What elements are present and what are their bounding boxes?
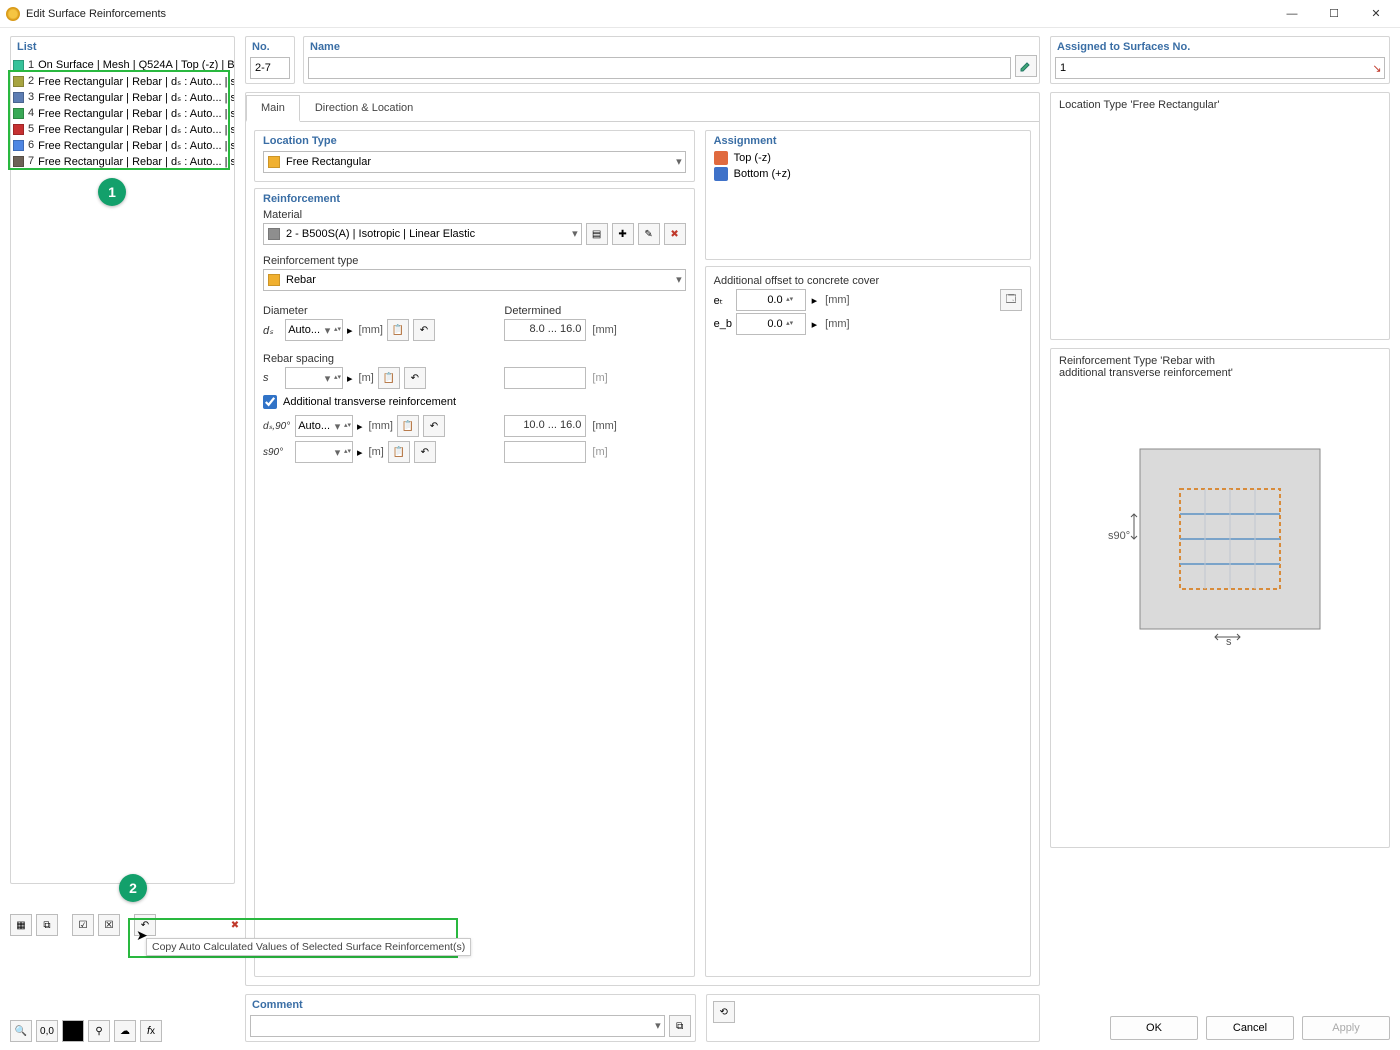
- list-item[interactable]: 6Free Rectangular | Rebar | dₛ : Auto...…: [11, 137, 234, 153]
- reinforcement-type-combo[interactable]: Rebar▾: [263, 269, 686, 291]
- material-combo[interactable]: 2 - B500S(A) | Isotropic | Linear Elasti…: [263, 223, 582, 245]
- svg-text:s90°: s90°: [1108, 530, 1130, 542]
- ds90-input[interactable]: ▾▴▾: [295, 415, 353, 437]
- list-toolbar: ▦ ⧉ ☑ ☒ ↶ ✖: [10, 914, 246, 936]
- ds-undo-icon[interactable]: ↶: [413, 319, 435, 341]
- s90-input[interactable]: ▾▴▾: [295, 441, 353, 463]
- window-title: Edit Surface Reinforcements: [26, 8, 1274, 20]
- cloud-icon[interactable]: ☁: [114, 1020, 136, 1042]
- annotation-badge-2: 2: [119, 874, 147, 902]
- name-panel: Name: [303, 36, 1040, 84]
- reinforcement-group: Reinforcement Material 2 - B500S(A) | Is…: [254, 188, 695, 977]
- ok-button[interactable]: OK: [1110, 1016, 1198, 1040]
- no-label: No.: [246, 37, 294, 57]
- copy-item-icon[interactable]: ⧉: [36, 914, 58, 936]
- dialog-toolbar: 🔍 0,0 ⚲ ☁ fx: [10, 1020, 162, 1042]
- maximize-button[interactable]: ☐: [1316, 3, 1352, 25]
- list-title: List: [11, 37, 234, 57]
- location-type-preview: Location Type 'Free Rectangular': [1050, 92, 1390, 340]
- dialog-buttons: OK Cancel Apply: [1110, 1016, 1390, 1040]
- eb-input[interactable]: ▴▾: [736, 313, 806, 335]
- reinforcement-diagram-icon: s90° s: [1090, 389, 1350, 649]
- title-bar: Edit Surface Reinforcements — ☐ ✕: [0, 0, 1400, 28]
- ds90-pick-icon[interactable]: 📋: [397, 415, 419, 437]
- transverse-checkbox[interactable]: [263, 395, 277, 409]
- tooltip: Copy Auto Calculated Values of Selected …: [146, 938, 471, 956]
- app-icon: [6, 7, 20, 21]
- tab-main[interactable]: Main: [246, 95, 300, 122]
- ds-input[interactable]: ▾▴▾: [285, 319, 343, 341]
- material-delete-icon[interactable]: ✖: [664, 223, 686, 245]
- comment-panel: Comment ▾ ⧉: [245, 994, 696, 1042]
- svg-text:s: s: [1226, 636, 1232, 648]
- list-item[interactable]: 1On Surface | Mesh | Q524A | Top (-z) | …: [11, 57, 234, 73]
- list-body[interactable]: 1On Surface | Mesh | Q524A | Top (-z) | …: [11, 57, 234, 883]
- assigned-surfaces-panel: Assigned to Surfaces No. ↘: [1050, 36, 1390, 84]
- preview-tool-panel: ⟲: [706, 994, 1040, 1042]
- ds-pick-icon[interactable]: 📋: [387, 319, 409, 341]
- list-item[interactable]: 3Free Rectangular | Rebar | dₛ : Auto...…: [11, 89, 234, 105]
- comment-combo[interactable]: ▾: [250, 1015, 665, 1037]
- list-item[interactable]: 2Free Rectangular | Rebar | dₛ : Auto...…: [11, 73, 234, 89]
- material-edit-icon[interactable]: ✎: [638, 223, 660, 245]
- material-new-icon[interactable]: ✚: [612, 223, 634, 245]
- list-item[interactable]: 7Free Rectangular | Rebar | dₛ : Auto...…: [11, 153, 234, 169]
- cursor-icon: ➤: [136, 927, 148, 944]
- assigned-surfaces-input[interactable]: [1055, 57, 1385, 79]
- color-icon[interactable]: [62, 1020, 84, 1042]
- determined-ds90: 10.0 ... 16.0: [504, 415, 586, 437]
- filter-icon[interactable]: ⚲: [88, 1020, 110, 1042]
- name-label: Name: [304, 37, 1039, 57]
- list-item[interactable]: 5Free Rectangular | Rebar | dₛ : Auto...…: [11, 121, 234, 137]
- list-item[interactable]: 4Free Rectangular | Rebar | dₛ : Auto...…: [11, 105, 234, 121]
- offset-group: Additional offset to concrete cover eₜ▴▾…: [705, 266, 1031, 977]
- comment-copy-icon[interactable]: ⧉: [669, 1015, 691, 1037]
- annotation-badge-1: 1: [98, 178, 126, 206]
- assignment-group: Assignment Top (-z) Bottom (+z): [705, 130, 1031, 260]
- tab-direction-location[interactable]: Direction & Location: [300, 95, 428, 121]
- reinforcement-type-preview: Reinforcement Type 'Rebar with additiona…: [1050, 348, 1390, 848]
- minimize-button[interactable]: —: [1274, 3, 1310, 25]
- list-panel: List 1On Surface | Mesh | Q524A | Top (-…: [10, 36, 235, 884]
- check-all-icon[interactable]: ☑: [72, 914, 94, 936]
- tabs: Main Direction & Location: [246, 93, 1039, 122]
- location-type-combo[interactable]: Free Rectangular▾: [263, 151, 686, 173]
- offset-help-icon[interactable]: 🗔: [1000, 289, 1022, 311]
- preview-tool-icon[interactable]: ⟲: [713, 1001, 735, 1023]
- et-input[interactable]: ▴▾: [736, 289, 806, 311]
- determined-ds: 8.0 ... 16.0: [504, 319, 586, 341]
- s-pick-icon[interactable]: 📋: [378, 367, 400, 389]
- no-panel: No.: [245, 36, 295, 84]
- name-input[interactable]: [308, 57, 1011, 79]
- units-icon[interactable]: 0,0: [36, 1020, 58, 1042]
- material-library-icon[interactable]: ▤: [586, 223, 608, 245]
- search-icon[interactable]: 🔍: [10, 1020, 32, 1042]
- s90-undo-icon[interactable]: ↶: [414, 441, 436, 463]
- determined-s90: [504, 441, 586, 463]
- delete-item-icon[interactable]: ✖: [224, 914, 246, 936]
- location-type-group: Location Type Free Rectangular▾: [254, 130, 695, 182]
- pick-surfaces-icon[interactable]: ↘: [1367, 59, 1387, 77]
- script-icon[interactable]: fx: [140, 1020, 162, 1042]
- determined-s: [504, 367, 586, 389]
- no-input[interactable]: [250, 57, 290, 79]
- top-swatch-icon: [714, 151, 728, 165]
- bottom-swatch-icon: [714, 167, 728, 181]
- ds90-undo-icon[interactable]: ↶: [423, 415, 445, 437]
- s-input[interactable]: ▾▴▾: [285, 367, 343, 389]
- new-item-icon[interactable]: ▦: [10, 914, 32, 936]
- s-undo-icon[interactable]: ↶: [404, 367, 426, 389]
- close-button[interactable]: ✕: [1358, 3, 1394, 25]
- cancel-button[interactable]: Cancel: [1206, 1016, 1294, 1040]
- edit-name-icon[interactable]: [1015, 55, 1037, 77]
- apply-button[interactable]: Apply: [1302, 1016, 1390, 1040]
- s90-pick-icon[interactable]: 📋: [388, 441, 410, 463]
- uncheck-all-icon[interactable]: ☒: [98, 914, 120, 936]
